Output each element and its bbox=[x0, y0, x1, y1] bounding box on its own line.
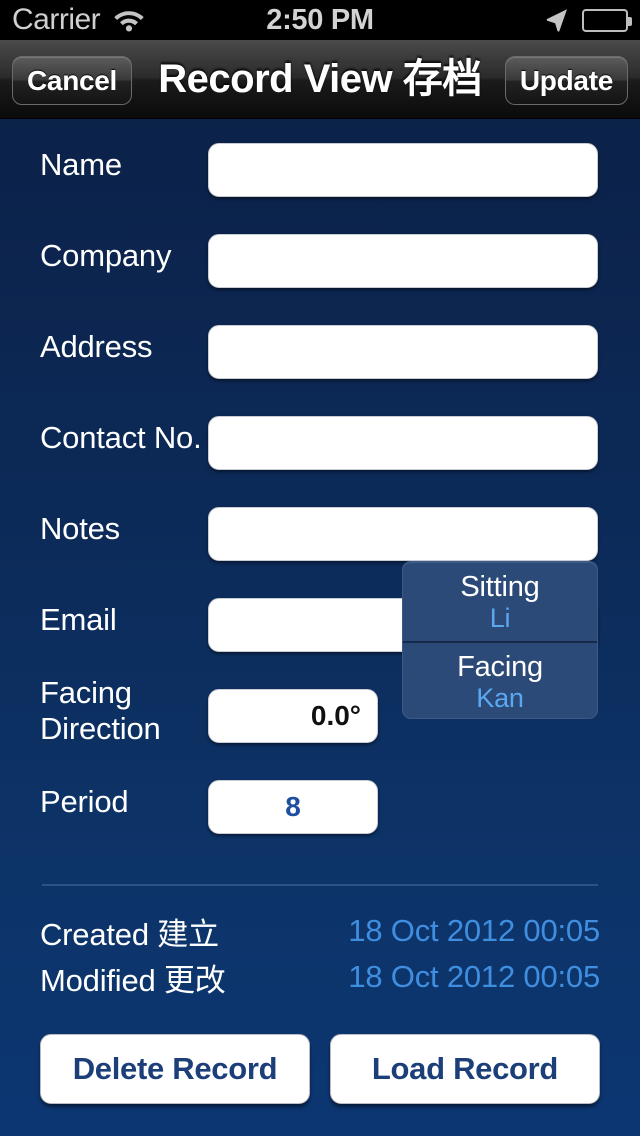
sitting-cell[interactable]: Sitting Li bbox=[403, 562, 597, 641]
sitting-value: Li bbox=[489, 602, 511, 633]
address-input-value bbox=[209, 326, 597, 378]
name-label: Name bbox=[40, 146, 122, 182]
email-label: Email bbox=[40, 601, 117, 637]
facing-cell[interactable]: Facing Kan bbox=[403, 641, 597, 718]
name-input[interactable] bbox=[208, 143, 598, 197]
record-form: Name Company Address Contact No. Notes E… bbox=[0, 119, 640, 847]
facing-direction-label: Facing Direction bbox=[40, 674, 161, 746]
name-input-value bbox=[209, 144, 597, 196]
company-input[interactable] bbox=[208, 234, 598, 288]
status-bar-right bbox=[544, 7, 632, 33]
period-value: 8 bbox=[285, 791, 301, 822]
update-button[interactable]: Update bbox=[504, 56, 628, 105]
modified-label: Modified 更改 bbox=[40, 962, 226, 998]
location-arrow-icon bbox=[544, 7, 570, 33]
created-label: Created 建立 bbox=[40, 916, 219, 952]
contact-no-input-value bbox=[209, 417, 597, 469]
load-record-button[interactable]: Load Record bbox=[330, 1034, 600, 1104]
form-row-contact-no: Contact No. bbox=[0, 392, 640, 483]
period-label: Period bbox=[40, 783, 129, 819]
company-label: Company bbox=[40, 237, 172, 273]
sitting-title: Sitting bbox=[460, 570, 540, 603]
form-row-address: Address bbox=[0, 301, 640, 392]
created-value: 18 Oct 2012 00:05 bbox=[348, 913, 600, 948]
facing-value: Kan bbox=[476, 682, 524, 713]
company-input-value bbox=[209, 235, 597, 287]
address-input[interactable] bbox=[208, 325, 598, 379]
period-input[interactable]: 8 bbox=[208, 780, 378, 834]
form-row-name: Name bbox=[0, 119, 640, 210]
notes-label: Notes bbox=[40, 510, 120, 546]
contact-no-label: Contact No. bbox=[40, 419, 202, 455]
facing-direction-input[interactable]: 0.0° bbox=[208, 689, 378, 743]
contact-no-input[interactable] bbox=[208, 416, 598, 470]
app-screen: Carrier 2:50 PM Cancel Record View 存档 Up… bbox=[0, 0, 640, 1136]
facing-direction-value: 0.0° bbox=[310, 700, 361, 731]
address-label: Address bbox=[40, 328, 153, 364]
status-bar: Carrier 2:50 PM bbox=[0, 0, 640, 40]
modified-value: 18 Oct 2012 00:05 bbox=[348, 959, 600, 994]
form-row-period: Period 8 bbox=[0, 756, 640, 847]
navigation-bar: Cancel Record View 存档 Update bbox=[0, 40, 640, 119]
created-row: Created 建立 18 Oct 2012 00:05 bbox=[40, 908, 600, 954]
modified-row: Modified 更改 18 Oct 2012 00:05 bbox=[40, 954, 600, 1000]
orientation-panel[interactable]: Sitting Li Facing Kan bbox=[402, 561, 598, 719]
notes-input-value bbox=[209, 508, 597, 560]
delete-record-button[interactable]: Delete Record bbox=[40, 1034, 310, 1104]
battery-icon bbox=[582, 8, 632, 32]
form-row-company: Company bbox=[0, 210, 640, 301]
notes-input[interactable] bbox=[208, 507, 598, 561]
facing-title: Facing bbox=[457, 650, 543, 683]
section-divider bbox=[42, 884, 598, 886]
